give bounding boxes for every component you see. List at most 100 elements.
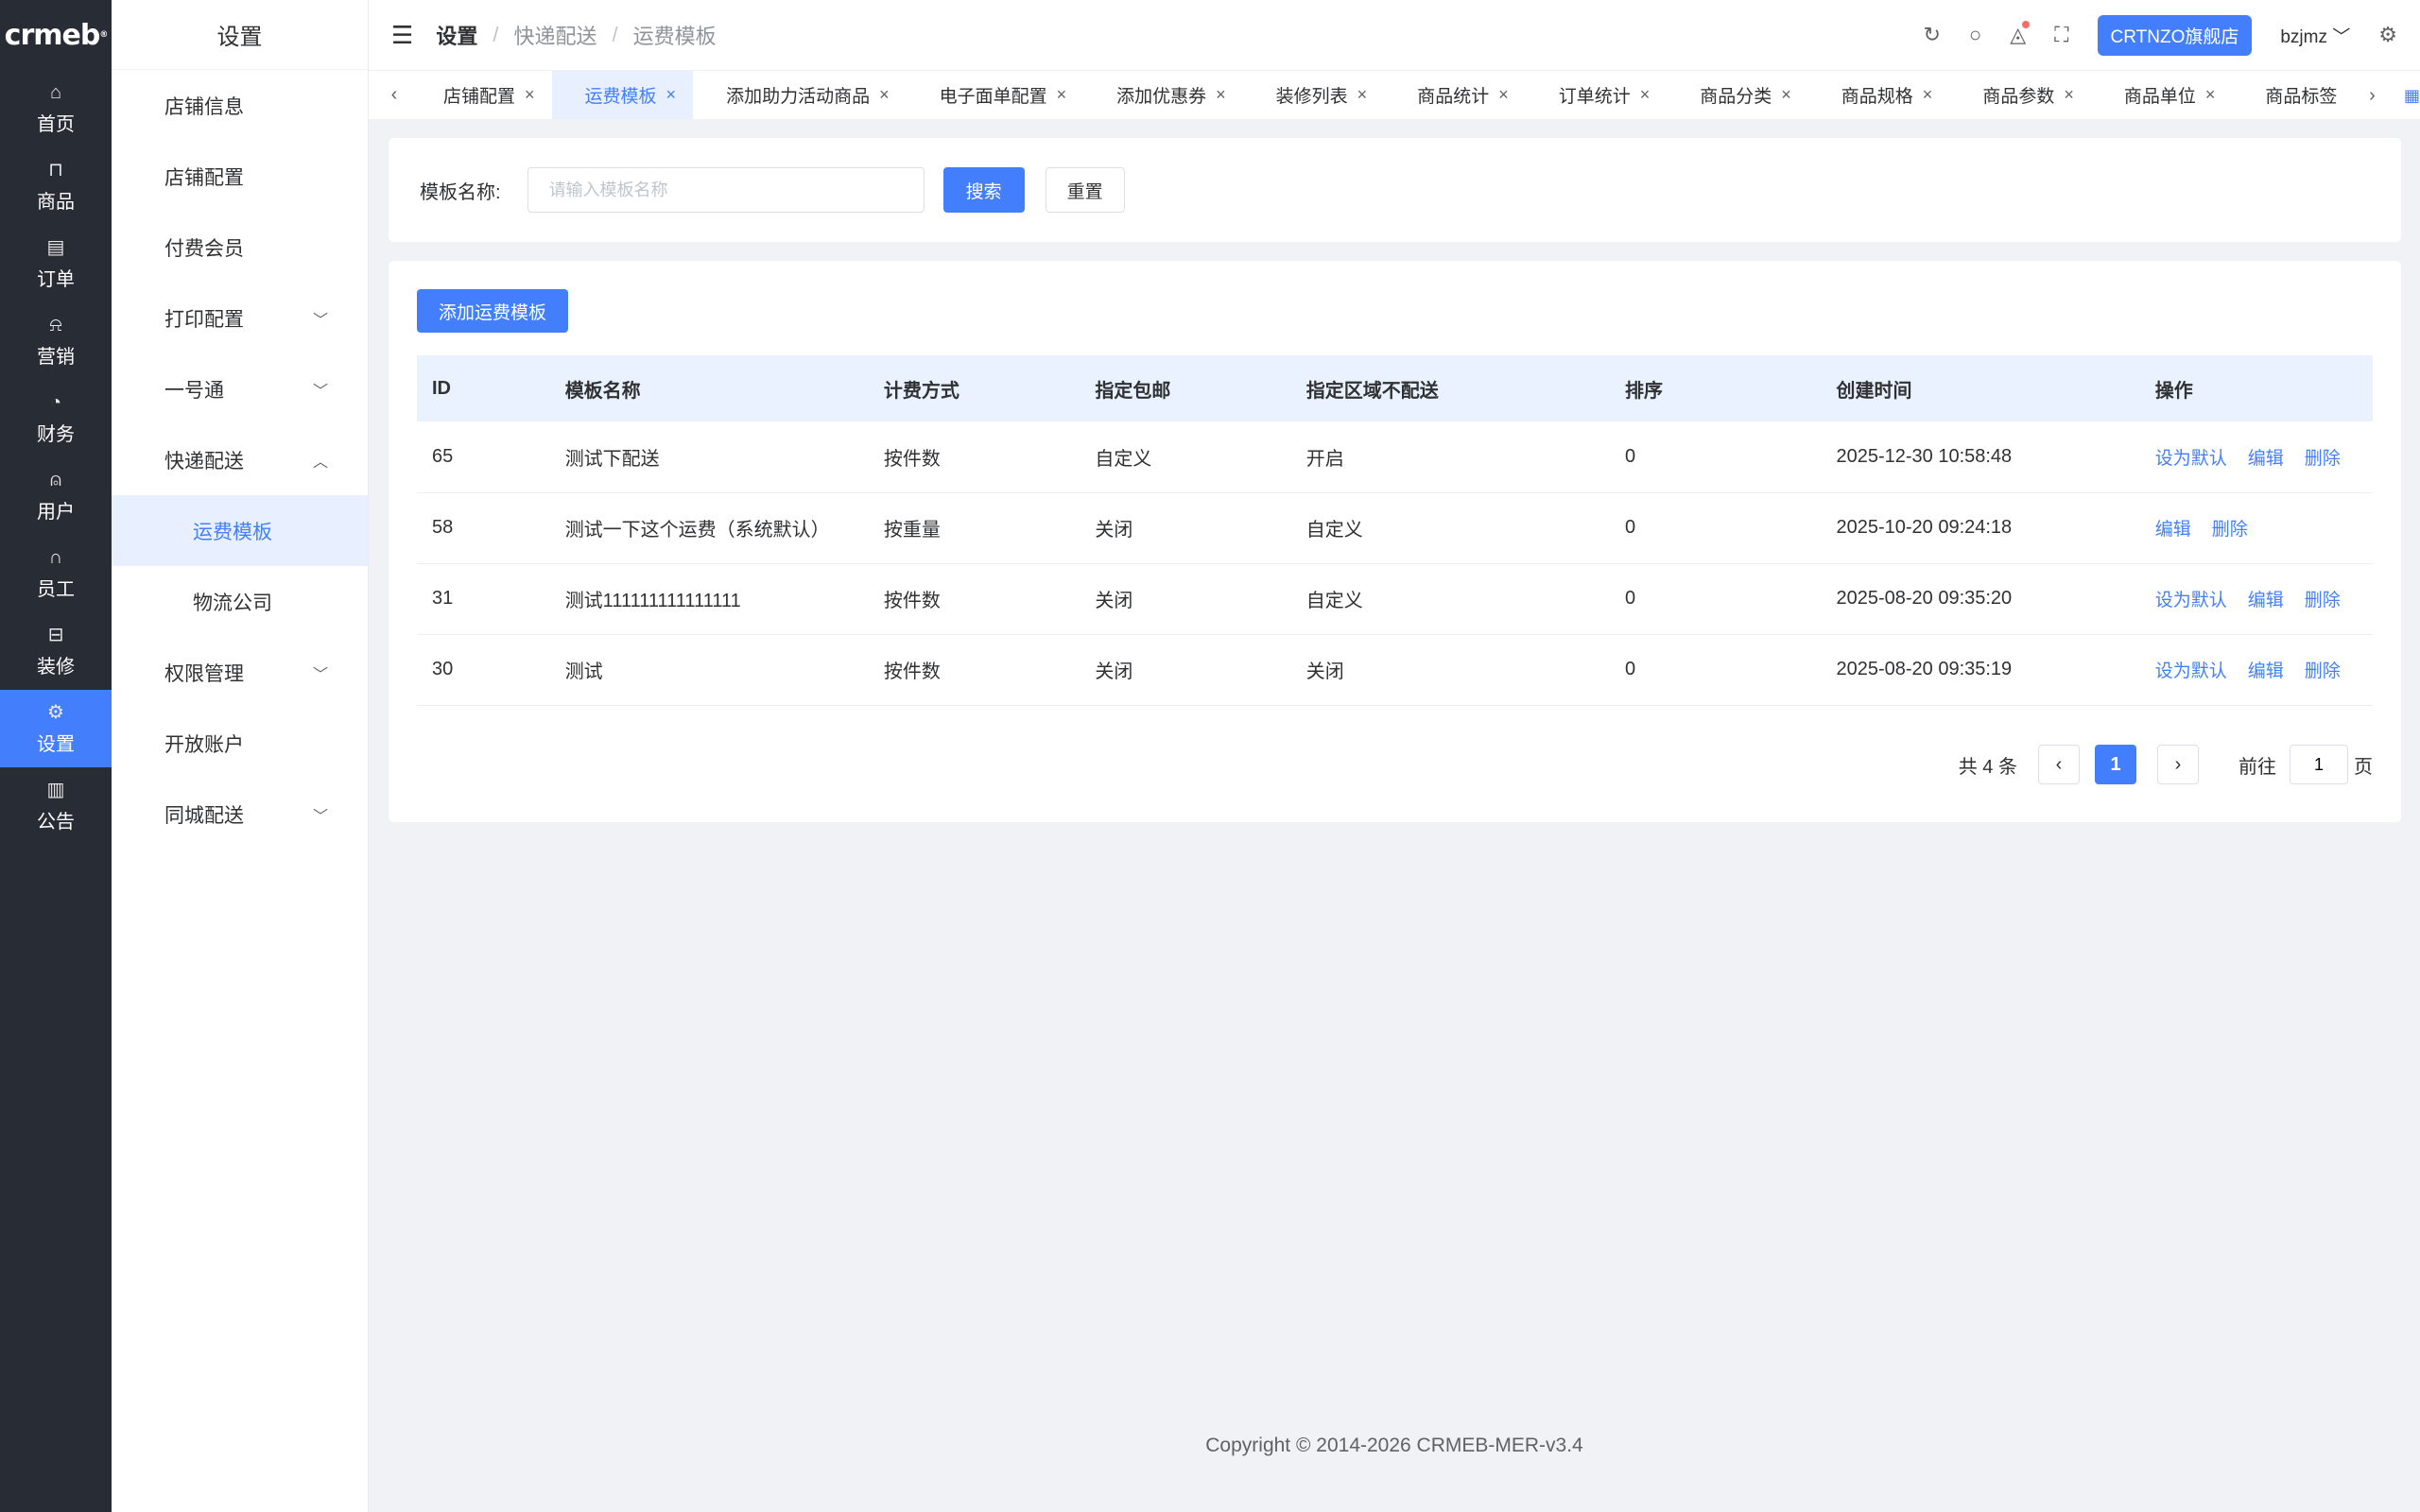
bag-icon: ⊓ <box>48 159 63 180</box>
tab-label: 订单统计 <box>1558 87 1631 107</box>
cell-actions: 设为默认 编辑 删除 <box>2139 421 2373 493</box>
close-tab-icon[interactable]: × <box>1057 85 1067 105</box>
rail-item-order[interactable]: ▤ 订单 <box>0 225 112 302</box>
submenu-item[interactable]: 快递配送 ︿ <box>112 424 368 495</box>
top-header: ☰ 设置 / 快递配送 / 运费模板 ↻ ○ ◬ ⛶ CRTNZO旗舰店 bzj… <box>369 0 2420 70</box>
close-tab-icon[interactable]: × <box>1216 85 1226 105</box>
rail-item-bell[interactable]: ⍾ 营销 <box>0 302 112 380</box>
tab-item[interactable]: 商品分类 × <box>1667 71 1808 119</box>
next-page-button[interactable]: › <box>2157 745 2199 784</box>
goto-page-input[interactable] <box>2290 745 2348 784</box>
cell-actions: 设为默认 编辑 删除 <box>2139 634 2373 706</box>
rail-item-headset[interactable]: ∩ 员工 <box>0 535 112 612</box>
tab-label: 店铺配置 <box>443 87 516 107</box>
tab-item[interactable]: 装修列表 × <box>1243 71 1385 119</box>
rail-item-home[interactable]: ⌂ 首页 <box>0 70 112 147</box>
rail-item-decorate[interactable]: ⊟ 装修 <box>0 612 112 690</box>
tab-item[interactable]: 商品规格 × <box>1808 71 1950 119</box>
cell-id: 65 <box>417 421 550 493</box>
tabs-menu-grid-icon[interactable]: ▦ <box>2404 86 2420 106</box>
close-tab-icon[interactable]: × <box>1781 85 1791 105</box>
tab-label: 商品统计 <box>1417 87 1490 107</box>
close-tab-icon[interactable]: × <box>879 85 890 105</box>
breadcrumb-express[interactable]: 快递配送 <box>513 20 596 50</box>
submenu-item[interactable]: 店铺信息 <box>112 70 368 141</box>
notice-icon: ▥ <box>46 779 65 800</box>
template-name-input[interactable] <box>527 167 925 213</box>
row-action-link[interactable]: 编辑 <box>2248 591 2284 610</box>
cell-no_delivery: 开启 <box>1290 421 1611 493</box>
tabs-scroll-right-icon[interactable]: › <box>2358 85 2387 107</box>
close-tab-icon[interactable]: × <box>2064 85 2074 105</box>
tab-item[interactable]: 添加优惠券 × <box>1083 71 1243 119</box>
submenu-item-label: 物流公司 <box>193 592 272 614</box>
settings-gear-icon[interactable]: ⚙ <box>2378 23 2397 47</box>
tab-item[interactable]: 商品标签 <box>2232 71 2354 119</box>
tab-item[interactable]: 电子面单配置 × <box>907 71 1084 119</box>
rail-item-finance[interactable]: ◔ 财务 <box>0 380 112 457</box>
chevron-icon: ﹀ <box>312 312 328 329</box>
tab-item[interactable]: 商品单位 × <box>2091 71 2233 119</box>
rail-item-bag[interactable]: ⊓ 商品 <box>0 147 112 225</box>
submenu-item[interactable]: 同城配送 ﹀ <box>112 779 368 850</box>
tabs-scroll-left-icon[interactable]: ‹ <box>378 84 410 106</box>
cell-name: 测试 <box>549 634 869 706</box>
row-action-link[interactable]: 编辑 <box>2248 662 2284 681</box>
rail-item-label: 营销 <box>37 346 75 368</box>
submenu-item[interactable]: 店铺配置 <box>112 141 368 212</box>
user-icon: ⍝ <box>50 469 61 490</box>
submenu-item[interactable]: 物流公司 <box>112 566 368 637</box>
refresh-icon[interactable]: ↻ <box>1923 23 1940 47</box>
submenu-item[interactable]: 一号通 ﹀ <box>112 353 368 424</box>
close-tab-icon[interactable]: × <box>1640 85 1651 105</box>
close-tab-icon[interactable]: × <box>1357 85 1368 105</box>
rail-item-user[interactable]: ⍝ 用户 <box>0 457 112 535</box>
tab-item[interactable]: 订单统计 × <box>1526 71 1668 119</box>
submenu-item[interactable]: 付费会员 <box>112 212 368 283</box>
close-tab-icon[interactable]: × <box>1498 85 1509 105</box>
crmeb-logo[interactable]: crmeb ® <box>0 0 112 70</box>
page-number-current[interactable]: 1 <box>2095 745 2136 784</box>
prev-page-button[interactable]: ‹ <box>2038 745 2080 784</box>
row-action-link[interactable]: 删除 <box>2212 520 2248 540</box>
user-menu[interactable]: bzjmz ﹀ <box>2280 23 2350 48</box>
search-panel: 模板名称: 搜索 重置 <box>389 138 2401 242</box>
submenu-title: 设置 <box>112 0 368 70</box>
row-action-link[interactable]: 设为默认 <box>2155 591 2227 610</box>
add-freight-template-button[interactable]: 添加运费模板 <box>417 289 569 333</box>
collapse-menu-icon[interactable]: ☰ <box>391 21 413 50</box>
row-action-link[interactable]: 设为默认 <box>2155 449 2227 469</box>
close-tab-icon[interactable]: × <box>2205 85 2216 105</box>
tab-item[interactable]: 商品统计 × <box>1384 71 1526 119</box>
tab-item[interactable]: 商品参数 × <box>1949 71 2091 119</box>
row-action-link[interactable]: 删除 <box>2305 591 2341 610</box>
tab-item[interactable]: 添加助力活动商品 × <box>693 71 907 119</box>
submenu-item[interactable]: 开放账户 <box>112 708 368 779</box>
reset-button[interactable]: 重置 <box>1045 167 1125 213</box>
breadcrumb-settings[interactable]: 设置 <box>436 20 477 50</box>
decorate-icon: ⊟ <box>47 624 64 645</box>
submenu-item[interactable]: 运费模板 <box>112 495 368 566</box>
notification-icon[interactable]: ◬ <box>2010 21 2031 47</box>
cell-id: 58 <box>417 492 550 564</box>
fullscreen-icon[interactable]: ⛶ <box>2054 23 2068 47</box>
search-icon[interactable]: ○ <box>1969 23 1981 47</box>
row-action-link[interactable]: 删除 <box>2305 449 2341 469</box>
row-action-link[interactable]: 删除 <box>2305 662 2341 681</box>
close-tab-icon[interactable]: × <box>666 85 677 105</box>
submenu-item[interactable]: 权限管理 ﹀ <box>112 637 368 708</box>
store-button[interactable]: CRTNZO旗舰店 <box>2097 14 2253 56</box>
total-count: 共 4 条 <box>1958 756 2017 778</box>
rail-item-notice[interactable]: ▥ 公告 <box>0 767 112 845</box>
row-action-link[interactable]: 编辑 <box>2155 520 2191 540</box>
submenu-item[interactable]: 打印配置 ﹀ <box>112 283 368 353</box>
search-button[interactable]: 搜索 <box>942 167 1025 213</box>
tab-item[interactable]: 运费模板 × <box>551 71 694 119</box>
row-action-link[interactable]: 编辑 <box>2248 449 2284 469</box>
tab-item[interactable]: 店铺配置 × <box>410 71 552 119</box>
close-tab-icon[interactable]: × <box>1923 85 1933 105</box>
cell-sort: 0 <box>1610 421 1822 493</box>
close-tab-icon[interactable]: × <box>525 85 535 105</box>
rail-item-settings[interactable]: ⚙ 设置 <box>0 690 112 767</box>
row-action-link[interactable]: 设为默认 <box>2155 662 2227 681</box>
